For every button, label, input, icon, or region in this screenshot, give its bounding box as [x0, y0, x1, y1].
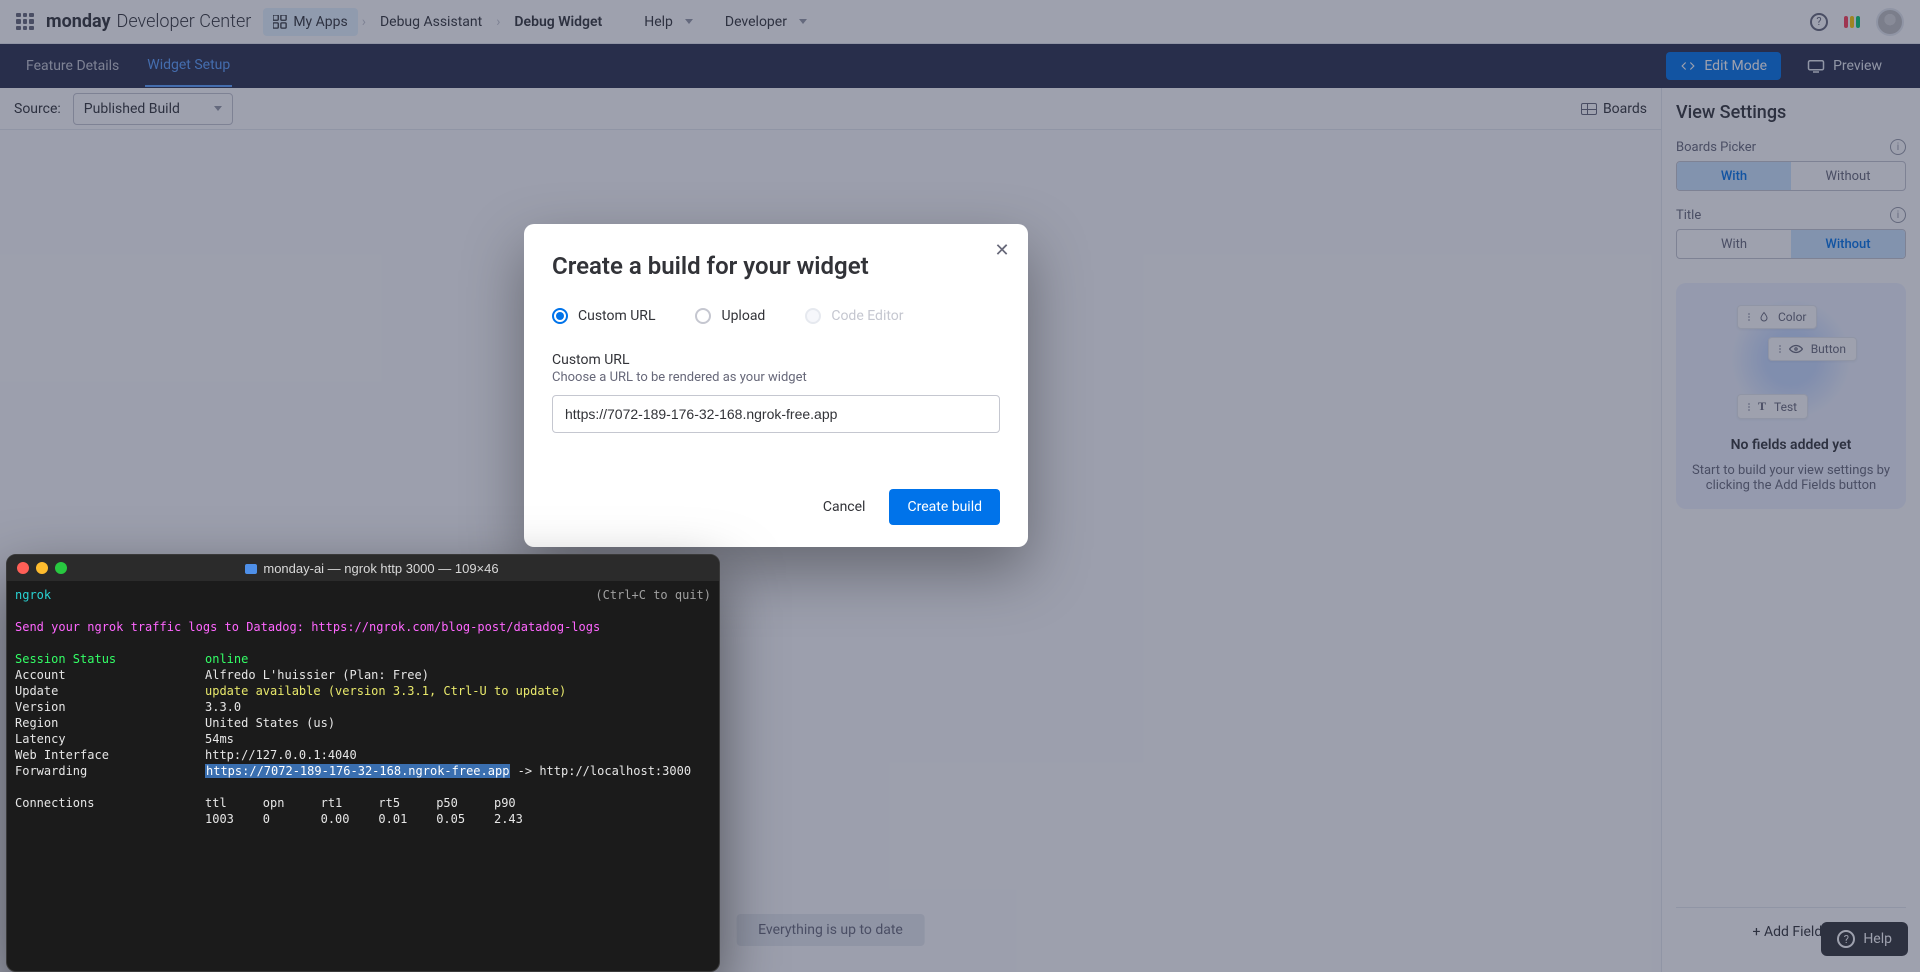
custom-url-hint: Choose a URL to be rendered as your widg… [552, 370, 1000, 385]
folder-icon [245, 564, 257, 574]
radio-label: Upload [721, 308, 765, 324]
radio-label: Code Editor [831, 308, 903, 324]
radio-dot [552, 308, 568, 324]
build-type-radios: Custom URL Upload Code Editor [552, 308, 1000, 324]
cancel-button[interactable]: Cancel [807, 489, 882, 525]
modal-title: Create a build for your widget [552, 252, 1000, 280]
terminal-titlebar[interactable]: monday-ai — ngrok http 3000 — 109×46 [7, 555, 719, 581]
radio-code-editor: Code Editor [805, 308, 903, 324]
terminal-title: monday-ai — ngrok http 3000 — 109×46 [35, 561, 709, 576]
radio-upload[interactable]: Upload [695, 308, 765, 324]
create-build-modal: ✕ Create a build for your widget Custom … [524, 224, 1028, 547]
create-build-button[interactable]: Create build [889, 489, 1000, 525]
radio-custom-url[interactable]: Custom URL [552, 308, 655, 324]
custom-url-label: Custom URL [552, 352, 1000, 368]
terminal-body[interactable]: ngrok(Ctrl+C to quit) Send your ngrok tr… [7, 581, 719, 835]
radio-dot [695, 308, 711, 324]
radio-dot [805, 308, 821, 324]
close-icon[interactable]: ✕ [990, 238, 1014, 262]
terminal-window: monday-ai — ngrok http 3000 — 109×46 ngr… [6, 554, 720, 972]
custom-url-input[interactable] [552, 395, 1000, 433]
radio-label: Custom URL [578, 308, 655, 324]
